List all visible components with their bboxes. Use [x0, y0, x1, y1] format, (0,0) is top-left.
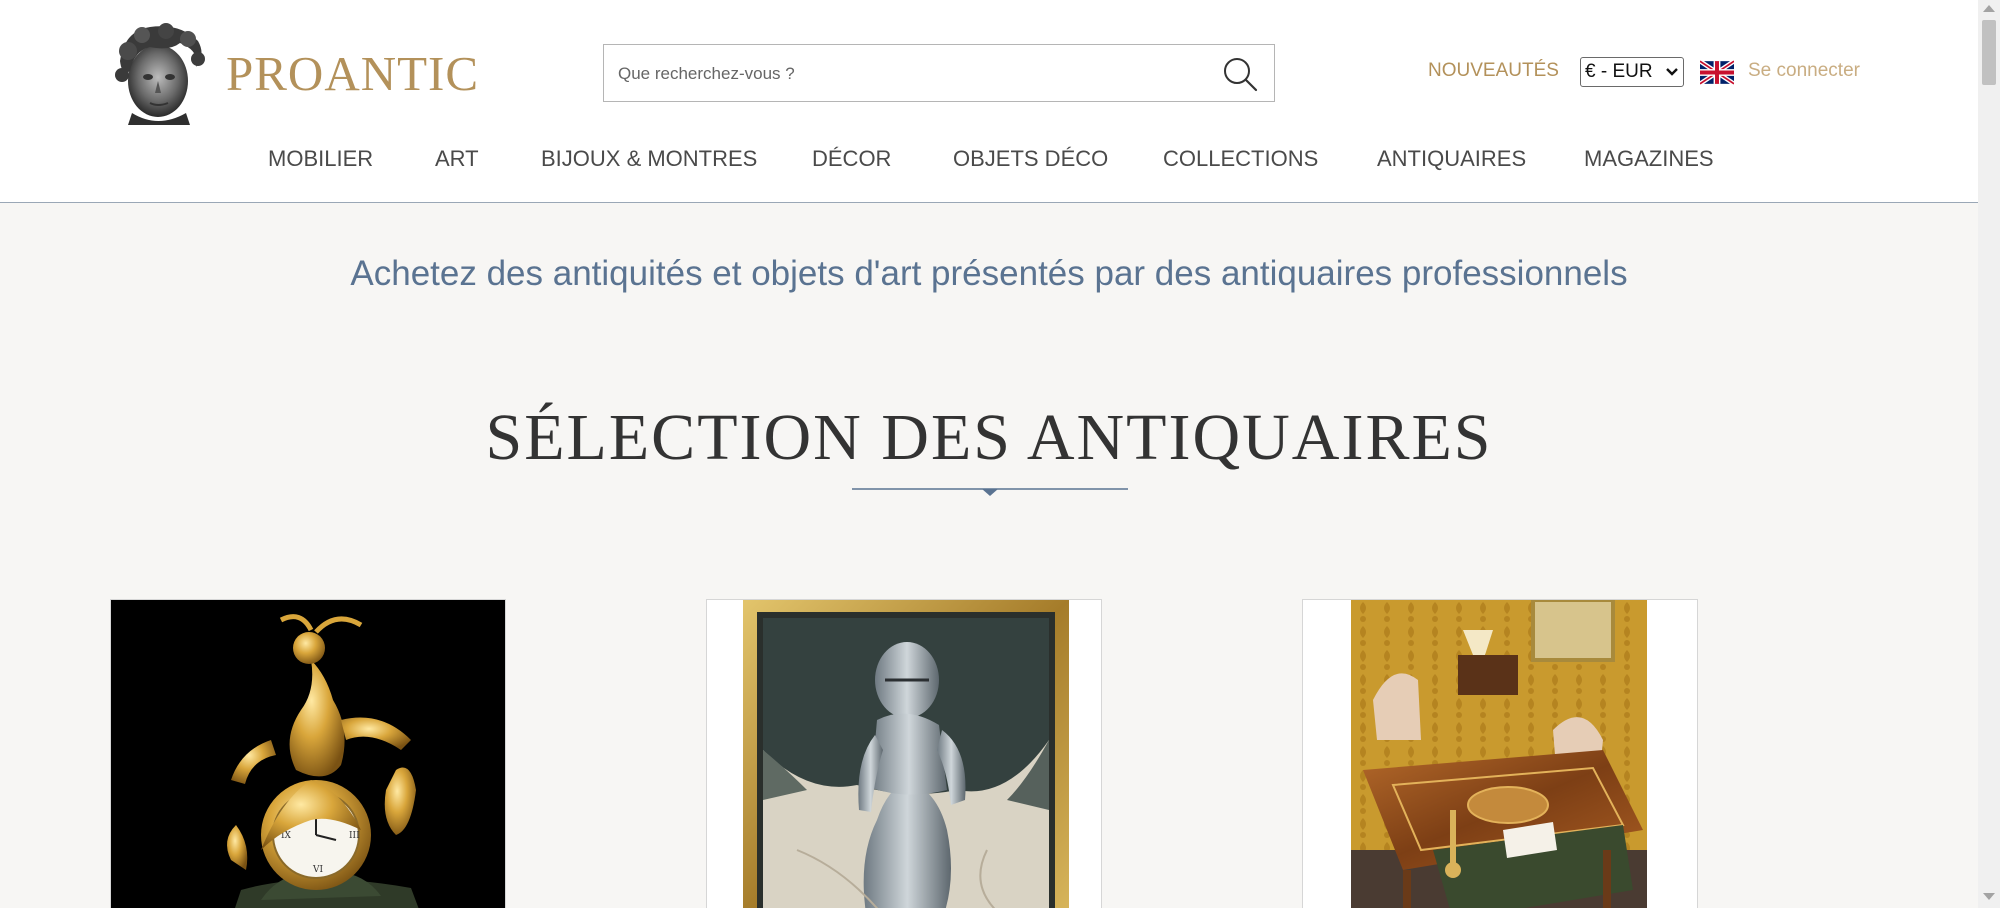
- nav-item-art[interactable]: ART: [435, 146, 479, 172]
- logo-head-icon: [115, 23, 205, 125]
- nav-item-magazines[interactable]: MAGAZINES: [1584, 146, 1714, 172]
- scroll-down-icon[interactable]: [1983, 893, 1995, 900]
- svg-text:III: III: [349, 831, 360, 841]
- search-bar: [603, 44, 1275, 103]
- site-header: PROANTIC NOUVEAUTÉS € - EUR Se connecter: [0, 0, 1978, 203]
- gilt-bronze-mantel-clock-image: XIIIII VIIX: [111, 600, 505, 908]
- nav-item-mobilier[interactable]: MOBILIER: [268, 146, 373, 172]
- main-nav: MOBILIER ART BIJOUX & MONTRES DÉCOR OBJE…: [0, 146, 1978, 182]
- tagline: Achetez des antiquités et objets d'art p…: [350, 254, 1628, 293]
- scrollbar-thumb[interactable]: [1982, 20, 1996, 85]
- framed-knight-armor-painting-image: [707, 600, 1101, 908]
- chevron-down-icon: [1666, 68, 1678, 76]
- title-divider: [852, 488, 1128, 496]
- section-title: SÉLECTION DES ANTIQUAIRES: [485, 401, 1493, 474]
- search-icon[interactable]: [1220, 54, 1260, 94]
- page: PROANTIC NOUVEAUTÉS € - EUR Se connecter: [0, 0, 1978, 908]
- nav-item-antiquaires[interactable]: ANTIQUAIRES: [1377, 146, 1526, 172]
- scroll-up-icon[interactable]: [1983, 5, 1995, 12]
- marquetry-desk-in-showroom-image: [1303, 600, 1697, 908]
- nav-item-collections[interactable]: COLLECTIONS: [1163, 146, 1318, 172]
- nav-item-objets-deco[interactable]: OBJETS DÉCO: [953, 146, 1108, 172]
- nav-item-bijoux-montres[interactable]: BIJOUX & MONTRES: [541, 146, 757, 172]
- login-link[interactable]: Se connecter: [1748, 60, 1860, 82]
- product-card-desk[interactable]: [1302, 599, 1698, 908]
- vertical-scrollbar[interactable]: [1978, 0, 2000, 908]
- nav-item-decor[interactable]: DÉCOR: [812, 146, 891, 172]
- search-input[interactable]: [616, 45, 1200, 103]
- new-arrivals-link[interactable]: NOUVEAUTÉS: [1428, 60, 1559, 82]
- site-logo[interactable]: PROANTIC: [110, 18, 530, 128]
- currency-select[interactable]: € - EUR: [1580, 57, 1684, 87]
- uk-flag-icon[interactable]: [1700, 60, 1734, 85]
- brand-name: PROANTIC: [226, 45, 480, 101]
- svg-text:VI: VI: [312, 865, 323, 875]
- product-card-knight-painting[interactable]: [706, 599, 1102, 908]
- product-card-clock[interactable]: XIIIII VIIX: [110, 599, 506, 908]
- currency-value: € - EUR: [1585, 61, 1653, 82]
